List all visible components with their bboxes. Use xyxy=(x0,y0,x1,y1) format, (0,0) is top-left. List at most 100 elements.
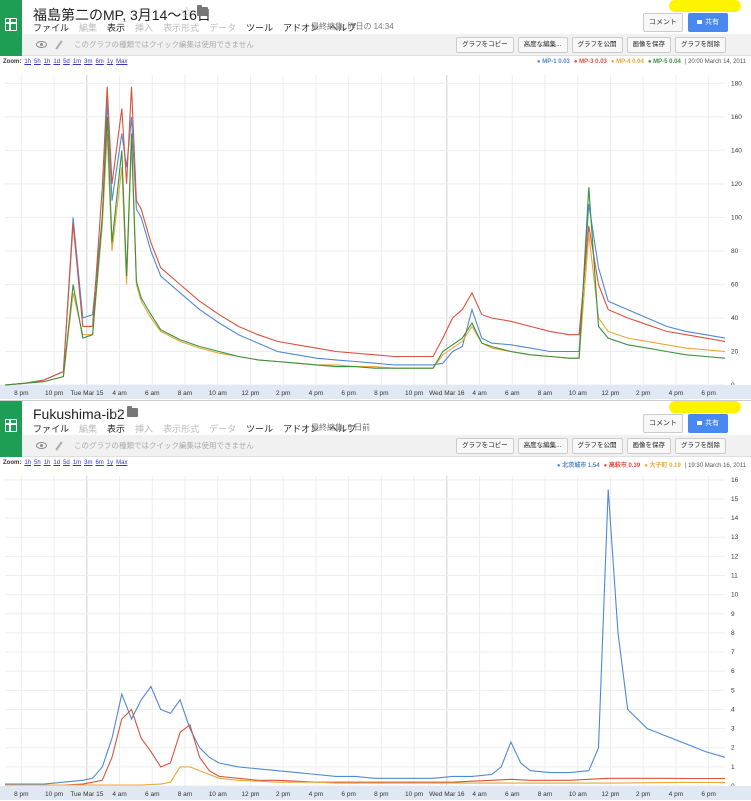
x-tick-label: 12 pm xyxy=(601,390,619,397)
zoom-option[interactable]: 1h xyxy=(24,460,31,466)
grid-icon xyxy=(5,419,17,432)
share-button[interactable]: 共有 xyxy=(688,13,728,32)
zoom-option[interactable]: 5d xyxy=(63,460,70,466)
lock-icon xyxy=(697,421,702,425)
legend-entry: ● MP-5 0.04 xyxy=(647,59,681,65)
zoom-option[interactable]: 1h xyxy=(44,59,51,65)
save-image-button[interactable]: 画像を保存 xyxy=(626,37,671,53)
publish-chart-button[interactable]: グラフを公開 xyxy=(571,438,623,454)
doc-header: 福島第二のMP, 3月14～16日 ☆ ファイル 編集 表示 挿入 表示形式 データ ツール アド… xyxy=(0,0,751,56)
lock-icon xyxy=(697,20,702,24)
zoom-option[interactable]: 6m xyxy=(95,460,103,466)
x-tick-label: 8 am xyxy=(538,791,552,798)
last-edit-text[interactable]: 最終編集: 6 日前 xyxy=(311,422,370,433)
quick-edit-note: このグラフの種類ではクイック編集は使用できません xyxy=(74,40,254,49)
star-icon[interactable]: ☆ xyxy=(112,404,125,422)
zoom-controls: Zoom: 1h 5h 1h 1d 5d 1m 3m 6m 1y Max xyxy=(3,59,127,65)
save-image-button[interactable]: 画像を保存 xyxy=(626,438,671,454)
x-tick-label: 4 pm xyxy=(309,791,323,798)
zoom-option[interactable]: 1h xyxy=(24,59,31,65)
line-chart[interactable]: 0123456789101112131415168 pm10 pmTue Mar… xyxy=(0,470,751,800)
advanced-edit-button[interactable]: 高度な編集... xyxy=(517,438,568,454)
zoom-option[interactable]: Max xyxy=(116,460,127,466)
x-tick-label: 6 am xyxy=(145,791,159,798)
zoom-option[interactable]: 1y xyxy=(107,460,113,466)
zoom-controls: Zoom: 1h 5h 1h 1d 5d 1m 3m 6m 1y Max xyxy=(3,460,127,466)
y-tick-label: 60 xyxy=(731,281,739,288)
folder-icon[interactable] xyxy=(127,406,138,417)
zoom-option[interactable]: 3m xyxy=(84,460,92,466)
menu-item: 表示形式 xyxy=(163,23,200,33)
menu-item: データ xyxy=(209,424,237,434)
x-tick-label: 8 pm xyxy=(14,791,28,798)
x-tick-label: 12 pm xyxy=(601,791,619,798)
zoom-option[interactable]: 3m xyxy=(84,59,92,65)
series-line-1 xyxy=(5,489,726,785)
menu-item[interactable]: ツール xyxy=(246,23,273,33)
x-tick-label: 8 am xyxy=(538,390,552,397)
y-tick-label: 6 xyxy=(731,668,735,675)
x-tick-label: 4 pm xyxy=(309,390,323,397)
zoom-option[interactable]: 5h xyxy=(34,460,41,466)
menu-item[interactable]: ファイル xyxy=(33,424,69,434)
menu-item[interactable]: 表示 xyxy=(107,424,125,434)
zoom-label: Zoom: xyxy=(3,460,22,466)
y-tick-label: 1 xyxy=(731,764,735,771)
comment-button[interactable]: コメント xyxy=(643,13,683,32)
x-tick-label: 12 pm xyxy=(241,390,259,397)
x-tick-label: Tue Mar 15 xyxy=(70,390,103,397)
share-button[interactable]: 共有 xyxy=(688,414,728,433)
legend-entry: ● 北茨城市 1.54 xyxy=(556,463,600,469)
x-tick-label: 10 pm xyxy=(405,390,423,397)
zoom-option[interactable]: 1m xyxy=(73,59,81,65)
y-tick-label: 100 xyxy=(731,214,742,221)
copy-chart-button[interactable]: グラフをコピー xyxy=(456,438,514,454)
star-icon[interactable]: ☆ xyxy=(180,3,193,21)
menu-item: 挿入 xyxy=(135,23,154,33)
x-tick-label: 6 am xyxy=(145,390,159,397)
share-label: 共有 xyxy=(705,19,719,26)
y-tick-label: 40 xyxy=(731,315,739,322)
delete-chart-button[interactable]: グラフを削除 xyxy=(675,37,726,53)
zoom-option[interactable]: 5d xyxy=(63,59,70,65)
chart-panel-2: Fukushima-ib2 ☆ ファイル 編集 表示 挿入 表示形式 データ ツール アドオン ヘル… xyxy=(0,400,751,800)
comment-button[interactable]: コメント xyxy=(643,414,683,433)
zoom-option[interactable]: 1y xyxy=(107,59,113,65)
zoom-option[interactable]: 1d xyxy=(53,59,60,65)
pencil-icon xyxy=(55,441,63,451)
y-tick-label: 16 xyxy=(731,477,739,484)
sheets-logo-icon[interactable] xyxy=(0,401,22,457)
y-tick-label: 13 xyxy=(731,534,739,541)
menu-item: 編集 xyxy=(79,23,98,33)
y-tick-label: 5 xyxy=(731,687,735,694)
copy-chart-button[interactable]: グラフをコピー xyxy=(456,37,514,53)
zoom-option[interactable]: 6m xyxy=(95,59,103,65)
chart-action-buttons: グラフをコピー 高度な編集... グラフを公開 画像を保存 グラフを削除 xyxy=(456,37,726,53)
x-tick-label: 2 pm xyxy=(276,390,290,397)
delete-chart-button[interactable]: グラフを削除 xyxy=(675,438,726,454)
zoom-option[interactable]: Max xyxy=(116,59,127,65)
y-tick-label: 10 xyxy=(731,592,739,599)
y-tick-label: 2 xyxy=(731,745,735,752)
menu-item[interactable]: ツール xyxy=(246,424,273,434)
eye-icon[interactable] xyxy=(36,442,47,449)
zoom-option[interactable]: 1h xyxy=(44,460,51,466)
legend-entry: ● MP-3 0.03 xyxy=(573,59,607,65)
publish-chart-button[interactable]: グラフを公開 xyxy=(571,37,623,53)
zoom-option[interactable]: 5h xyxy=(34,59,41,65)
zoom-option[interactable]: 1m xyxy=(73,460,81,466)
series-line-3 xyxy=(4,133,726,386)
sheets-logo-icon[interactable] xyxy=(0,0,22,56)
eye-icon[interactable] xyxy=(36,41,47,48)
x-tick-label: 6 am xyxy=(505,390,519,397)
zoom-option[interactable]: 1d xyxy=(53,460,60,466)
last-edit-text[interactable]: 最終編集: 昨日の 14:34 xyxy=(311,21,394,32)
folder-icon[interactable] xyxy=(197,5,208,16)
y-tick-label: 180 xyxy=(731,80,742,87)
menu-item[interactable]: ファイル xyxy=(33,23,69,33)
line-chart[interactable]: 0204060801001201401601808 pm10 pmTue Mar… xyxy=(0,69,751,399)
advanced-edit-button[interactable]: 高度な編集... xyxy=(517,37,568,53)
x-tick-label: 12 pm xyxy=(241,791,259,798)
y-tick-label: 12 xyxy=(731,553,739,560)
menu-item[interactable]: 表示 xyxy=(107,23,125,33)
